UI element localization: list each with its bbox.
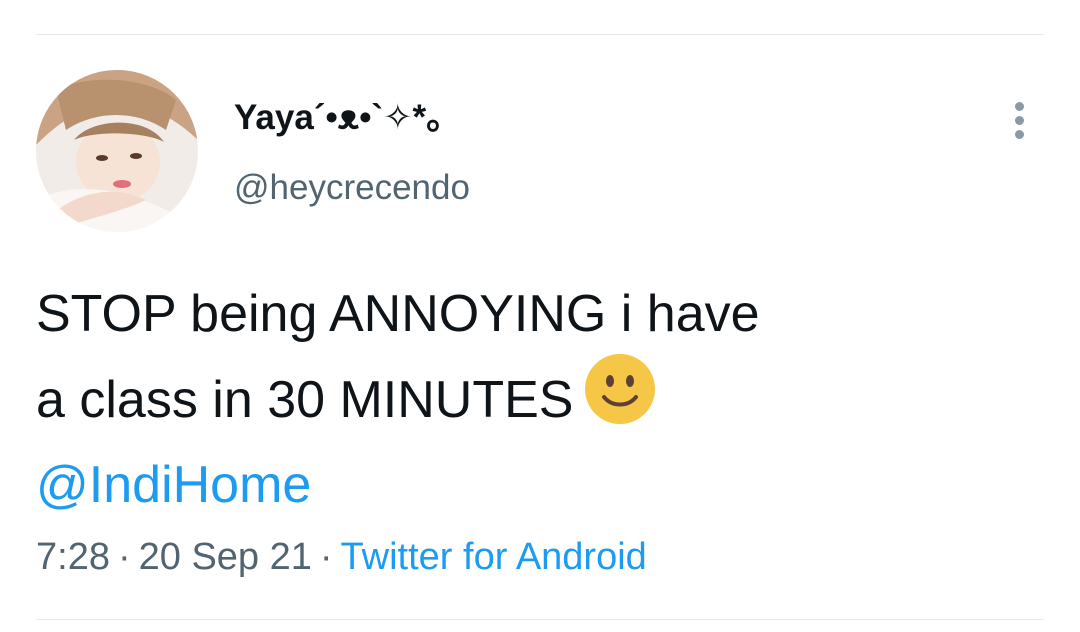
meta-separator-2: · (319, 536, 333, 578)
tweet-time[interactable]: 7:28 (36, 536, 110, 578)
slightly-smiling-face-icon (584, 353, 656, 447)
tweet-meta: 7:28 · 20 Sep 21 · Twitter for Android (36, 534, 647, 580)
mention-link[interactable]: @IndiHome (36, 447, 1026, 524)
more-options-button[interactable] (1004, 96, 1036, 140)
tweet-text-line-2: a class in 30 MINUTES (36, 371, 574, 429)
author-handle[interactable]: @heycrecendo (234, 166, 470, 210)
top-divider (36, 34, 1044, 35)
meta-separator: · (117, 536, 131, 578)
tweet-text-line-1: STOP being ANNOYING i have (36, 285, 760, 343)
avatar-image (36, 70, 198, 232)
avatar[interactable] (36, 70, 198, 232)
tweet-text-line-2-wrap: a class in 30 MINUTES (36, 353, 1026, 447)
author-display-name[interactable]: Yaya´•ᴥ•`✧*。 (234, 96, 461, 140)
tweet-date[interactable]: 20 Sep 21 (139, 536, 312, 578)
tweet-source-link[interactable]: Twitter for Android (341, 536, 647, 578)
bottom-divider (36, 619, 1044, 620)
tweet-text: STOP being ANNOYING i have a class in 30… (36, 276, 1026, 524)
